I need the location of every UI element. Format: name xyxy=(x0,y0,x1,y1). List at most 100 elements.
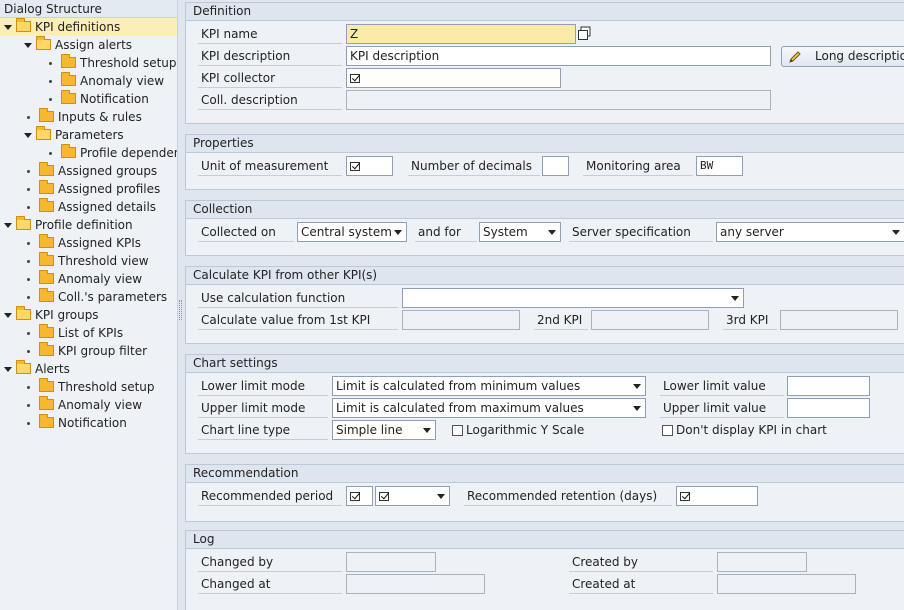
check-icon xyxy=(379,492,389,501)
chart-line-type-label: Chart line type xyxy=(198,420,328,440)
third-kpi-label: 3rd KPI xyxy=(723,310,777,330)
bullet-icon xyxy=(27,278,30,281)
kpi-name-input[interactable]: Z xyxy=(346,24,576,44)
tree-node[interactable]: KPI group filter xyxy=(24,342,147,360)
tree-node-label: Notification xyxy=(80,92,149,106)
long-description-button[interactable]: Long description xyxy=(781,46,904,67)
collected-on-value: Central system xyxy=(301,225,392,239)
expand-arrow-icon[interactable] xyxy=(24,133,32,138)
kpi-description-input[interactable]: KPI description xyxy=(346,46,771,66)
lower-limit-mode-label: Lower limit mode xyxy=(198,376,328,396)
tree-node-label: KPI definitions xyxy=(35,20,121,34)
tree-node-label: Assigned profiles xyxy=(58,182,161,196)
tree-node[interactable]: Assign alerts xyxy=(24,36,132,54)
folder-icon xyxy=(61,144,76,158)
tree-node[interactable]: Assigned KPIs xyxy=(24,234,141,252)
panel-splitter-handle[interactable] xyxy=(179,300,182,320)
tree-node-label: Parameters xyxy=(55,128,124,142)
chevron-down-icon xyxy=(633,384,641,389)
kpi-name-label: KPI name xyxy=(198,24,342,44)
tree-node-label: Assigned details xyxy=(58,200,157,214)
calculation-function-dropdown[interactable] xyxy=(402,288,744,308)
upper-limit-value-label: Upper limit value xyxy=(660,398,784,418)
properties-title: Properties xyxy=(186,135,904,153)
created-by-field xyxy=(717,552,807,572)
upper-limit-value-input[interactable] xyxy=(787,398,870,418)
and-for-dropdown[interactable]: System xyxy=(479,222,561,242)
lower-limit-value-label: Lower limit value xyxy=(660,376,784,396)
recommended-period-input[interactable] xyxy=(346,486,373,506)
tree-node[interactable]: Threshold view xyxy=(24,252,149,270)
kpi-collector-input[interactable] xyxy=(346,68,561,88)
chevron-down-icon xyxy=(437,494,445,499)
folder-icon xyxy=(39,198,54,212)
tree-node[interactable]: Alerts xyxy=(4,360,70,378)
created-by-label: Created by xyxy=(569,552,713,572)
bullet-icon xyxy=(27,422,30,425)
chart-line-type-dropdown[interactable]: Simple line xyxy=(332,420,436,440)
monitoring-area-input[interactable]: BW xyxy=(696,156,743,176)
tree-node[interactable]: KPI groups xyxy=(4,306,99,324)
collected-on-dropdown[interactable]: Central system xyxy=(297,222,407,242)
bullet-icon xyxy=(27,332,30,335)
logarithmic-scale-checkbox[interactable]: Logarithmic Y Scale xyxy=(452,420,584,440)
tree-node[interactable]: Parameters xyxy=(24,126,124,144)
tree-node[interactable]: Notification xyxy=(46,90,149,108)
tree-node[interactable]: Anomaly view xyxy=(24,396,142,414)
dialog-structure-panel: Dialog Structure KPI definitions Assign a… xyxy=(0,0,178,610)
tree-node-label: Alerts xyxy=(35,362,70,376)
server-specification-value: any server xyxy=(720,225,784,239)
expand-arrow-icon[interactable] xyxy=(4,25,12,30)
expand-arrow-icon[interactable] xyxy=(4,367,12,372)
tree-node[interactable]: Threshold setup xyxy=(46,54,177,72)
lower-limit-mode-dropdown[interactable]: Limit is calculated from minimum values xyxy=(332,376,646,396)
number-of-decimals-input[interactable] xyxy=(542,156,569,176)
tree-node[interactable]: Profile definition xyxy=(4,216,133,234)
server-specification-dropdown[interactable]: any server xyxy=(716,222,904,242)
upper-limit-mode-dropdown[interactable]: Limit is calculated from maximum values xyxy=(332,398,646,418)
check-icon xyxy=(350,162,360,171)
tree-node[interactable]: Anomaly view xyxy=(46,72,164,90)
first-kpi-field xyxy=(402,310,520,330)
tree-node[interactable]: Anomaly view xyxy=(24,270,142,288)
chart-settings-title: Chart settings xyxy=(186,355,904,373)
lower-limit-value-input[interactable] xyxy=(787,376,870,396)
recommended-period-unit-dropdown[interactable] xyxy=(375,486,450,506)
tree-node[interactable]: Assigned profiles xyxy=(24,180,160,198)
tree-node[interactable]: KPI definitions xyxy=(0,18,177,36)
kpi-description-value: KPI description xyxy=(350,49,440,63)
pencil-icon xyxy=(789,51,801,63)
check-icon xyxy=(350,74,360,83)
folder-icon xyxy=(39,270,54,284)
recommended-retention-input[interactable] xyxy=(676,486,758,506)
expand-arrow-icon[interactable] xyxy=(24,43,32,48)
bullet-icon xyxy=(27,188,30,191)
tree-node[interactable]: Coll.'s parameters xyxy=(24,288,167,306)
folder-icon xyxy=(39,288,54,302)
tree-node[interactable]: Inputs & rules xyxy=(24,108,142,126)
expand-arrow-icon[interactable] xyxy=(4,313,12,318)
created-at-label: Created at xyxy=(569,574,713,594)
dont-display-kpi-checkbox[interactable]: Don't display KPI in chart xyxy=(662,420,827,440)
expand-arrow-icon[interactable] xyxy=(4,223,12,228)
folder-open-icon xyxy=(16,360,31,374)
unit-of-measurement-input[interactable] xyxy=(346,156,393,176)
folder-open-icon xyxy=(16,18,31,32)
monitoring-area-value: BW xyxy=(700,159,714,172)
logarithmic-scale-label: Logarithmic Y Scale xyxy=(466,423,585,437)
upper-limit-mode-value: Limit is calculated from maximum values xyxy=(336,401,584,415)
kpi-name-value: Z xyxy=(350,27,359,41)
tree-node[interactable]: Assigned details xyxy=(24,198,156,216)
tree-node-label: Profile dependent xyxy=(80,146,178,160)
tree-node-label: Notification xyxy=(58,416,127,430)
focus-corner xyxy=(347,25,350,28)
tree-node[interactable]: List of KPIs xyxy=(24,324,123,342)
upper-limit-mode-label: Upper limit mode xyxy=(198,398,328,418)
folder-icon xyxy=(39,180,54,194)
tree-node-label: KPI group filter xyxy=(58,344,148,358)
tree-node[interactable]: Threshold setup xyxy=(24,378,155,396)
tree-node[interactable]: Notification xyxy=(24,414,127,432)
tree-node[interactable]: Profile dependent xyxy=(46,144,178,162)
value-help-icon[interactable] xyxy=(577,26,592,41)
tree-node[interactable]: Assigned groups xyxy=(24,162,157,180)
